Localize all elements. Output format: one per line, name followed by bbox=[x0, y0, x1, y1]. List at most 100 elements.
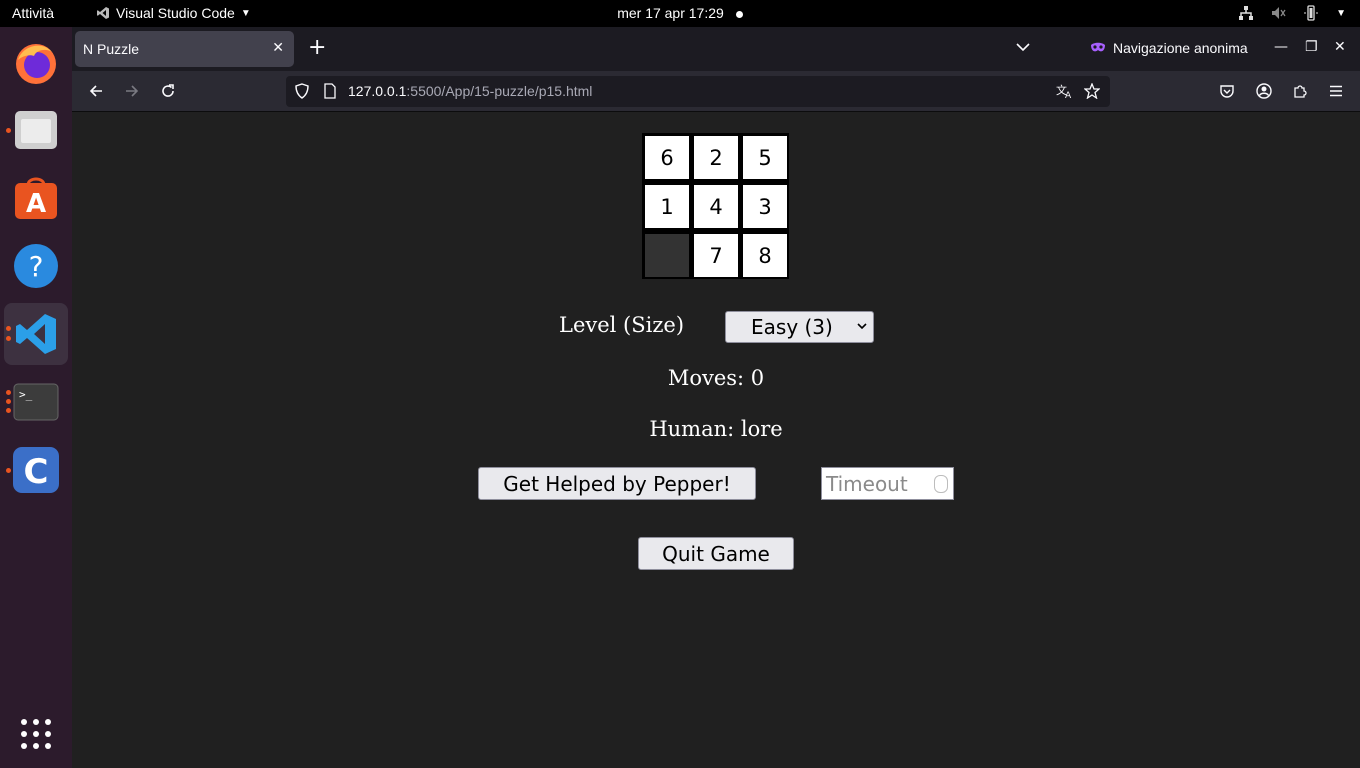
back-arrow-icon bbox=[89, 85, 102, 97]
dock-item-firefox[interactable] bbox=[4, 31, 68, 93]
bookmark-star-icon[interactable] bbox=[1084, 83, 1100, 99]
minimize-icon[interactable]: — bbox=[1274, 39, 1288, 55]
chevron-down-icon: ▼ bbox=[240, 7, 251, 19]
puzzle-board: 625 14378 bbox=[642, 133, 789, 279]
restore-icon[interactable]: ❐ bbox=[1305, 39, 1318, 55]
dock-item-help[interactable]: ? bbox=[4, 235, 68, 297]
puzzle-tile[interactable]: 2 bbox=[694, 136, 738, 179]
extensions-puzzle-icon bbox=[1294, 85, 1307, 98]
show-apps-icon bbox=[21, 719, 51, 749]
svg-text:A: A bbox=[26, 189, 46, 219]
puzzle-tile[interactable]: 1 bbox=[645, 185, 689, 228]
account-button[interactable] bbox=[1253, 80, 1275, 102]
puzzle-tile[interactable]: 6 bbox=[645, 136, 689, 179]
tab-title: N Puzzle bbox=[83, 41, 140, 57]
private-mask-icon bbox=[1091, 42, 1105, 52]
running-indicator-icon bbox=[6, 408, 11, 413]
terminal-icon: >_ bbox=[13, 383, 59, 421]
running-indicator-icon bbox=[6, 390, 11, 395]
help-icon: ? bbox=[14, 244, 58, 288]
svg-text:?: ? bbox=[29, 250, 44, 283]
puzzle-tile[interactable]: 7 bbox=[694, 234, 738, 277]
extensions-button[interactable] bbox=[1289, 80, 1311, 102]
pocket-icon bbox=[1220, 85, 1234, 98]
hamburger-menu-icon bbox=[1330, 85, 1342, 97]
chevron-down-icon: ▼ bbox=[1336, 7, 1346, 19]
page-content: 62514378 Level (Size) Easy (3) Moves: 0 … bbox=[72, 112, 1360, 768]
back-button[interactable] bbox=[85, 80, 107, 102]
dock-item-show-apps[interactable] bbox=[4, 703, 68, 765]
new-tab-button[interactable]: + bbox=[308, 35, 326, 60]
reload-icon bbox=[162, 84, 174, 97]
forward-button[interactable] bbox=[121, 80, 143, 102]
private-browsing-label: Navigazione anonima bbox=[1113, 40, 1248, 56]
level-label: Level (Size) bbox=[559, 313, 685, 337]
app-menu[interactable]: Visual Studio Code ▼ bbox=[96, 5, 251, 21]
pocket-button[interactable] bbox=[1216, 80, 1238, 102]
number-spinner-icon[interactable] bbox=[934, 475, 948, 493]
svg-text:A: A bbox=[1065, 91, 1072, 99]
vscode-icon bbox=[97, 7, 109, 19]
system-tray[interactable]: ▼ bbox=[1238, 3, 1346, 23]
close-tab-icon[interactable]: ✕ bbox=[272, 39, 284, 56]
human-player-name: Human: lore bbox=[649, 417, 783, 441]
level-select-value: Easy (3) bbox=[751, 315, 833, 339]
level-select[interactable]: Easy (3) bbox=[725, 311, 874, 343]
codeblocks-icon: C bbox=[13, 447, 59, 493]
timeout-placeholder: Timeout bbox=[826, 472, 908, 496]
reload-button[interactable] bbox=[157, 80, 179, 102]
tab-n-puzzle[interactable]: N Puzzle ✕ bbox=[75, 31, 294, 67]
app-menu-label: Visual Studio Code bbox=[116, 5, 235, 21]
vscode-icon bbox=[16, 314, 56, 354]
moves-counter: Moves: 0 bbox=[667, 366, 765, 390]
url-host: 127.0.0.1 bbox=[348, 83, 407, 99]
svg-text:>_: >_ bbox=[19, 388, 33, 401]
page-icon[interactable] bbox=[323, 83, 337, 99]
private-browsing-indicator: Navigazione anonima bbox=[1090, 40, 1248, 56]
puzzle-tile[interactable]: 8 bbox=[743, 234, 787, 277]
firefox-icon bbox=[16, 44, 56, 84]
running-indicator-icon bbox=[6, 468, 11, 473]
dock-item-terminal[interactable]: >_ bbox=[4, 371, 68, 433]
svg-text:C: C bbox=[24, 452, 49, 492]
dock-item-app-center[interactable]: A bbox=[4, 167, 68, 229]
chevron-down-icon bbox=[857, 323, 867, 330]
running-indicator-icon bbox=[6, 128, 11, 133]
dock-item-vscode[interactable] bbox=[4, 303, 68, 365]
puzzle-tile[interactable]: 5 bbox=[743, 136, 787, 179]
url-path: :5500/App/15-puzzle/p15.html bbox=[406, 83, 593, 99]
tab-strip: N Puzzle ✕ + Navigazione anonima — ❐ ✕ bbox=[72, 27, 1360, 71]
network-icon bbox=[1239, 6, 1254, 20]
url-bar[interactable]: 127.0.0.1:5500/App/15-puzzle/p15.html 文A bbox=[286, 76, 1110, 107]
running-indicator-icon bbox=[6, 399, 11, 404]
app-menu-button[interactable] bbox=[1325, 80, 1347, 102]
timeout-input[interactable]: Timeout bbox=[821, 467, 954, 500]
notification-dot-icon bbox=[735, 10, 743, 18]
quit-game-button[interactable]: Quit Game bbox=[638, 537, 794, 570]
list-all-tabs-icon[interactable] bbox=[1015, 39, 1031, 55]
volume-muted-icon bbox=[1272, 7, 1286, 19]
dock-item-codeblocks[interactable]: C bbox=[4, 439, 68, 501]
app-center-icon: A bbox=[15, 177, 57, 219]
puzzle-tile[interactable]: 3 bbox=[743, 185, 787, 228]
activities-button[interactable]: Attività bbox=[12, 5, 54, 21]
translate-icon[interactable]: 文A bbox=[1056, 83, 1074, 99]
puzzle-tile[interactable]: 4 bbox=[694, 185, 738, 228]
browser-window: N Puzzle ✕ + Navigazione anonima — ❐ ✕ 1… bbox=[72, 27, 1360, 768]
dock: A ? >_ C bbox=[0, 27, 72, 768]
clock-label[interactable]: mer 17 apr 17:29 bbox=[617, 5, 724, 21]
url-text[interactable]: 127.0.0.1:5500/App/15-puzzle/p15.html bbox=[348, 83, 592, 99]
dock-item-files[interactable] bbox=[4, 99, 68, 161]
account-icon bbox=[1256, 83, 1272, 99]
forward-arrow-icon bbox=[126, 85, 139, 97]
battery-icon bbox=[1304, 5, 1319, 21]
close-window-icon[interactable]: ✕ bbox=[1334, 39, 1346, 55]
running-indicator-icon bbox=[6, 336, 11, 341]
gnome-top-bar: Attività Visual Studio Code ▼ mer 17 apr… bbox=[0, 0, 1360, 27]
puzzle-empty-tile[interactable] bbox=[645, 234, 689, 277]
navigation-toolbar: 127.0.0.1:5500/App/15-puzzle/p15.html 文A bbox=[72, 71, 1360, 112]
files-icon bbox=[15, 111, 57, 149]
get-help-button[interactable]: Get Helped by Pepper! bbox=[478, 467, 756, 500]
shield-icon[interactable] bbox=[294, 83, 310, 99]
running-indicator-icon bbox=[6, 326, 11, 331]
